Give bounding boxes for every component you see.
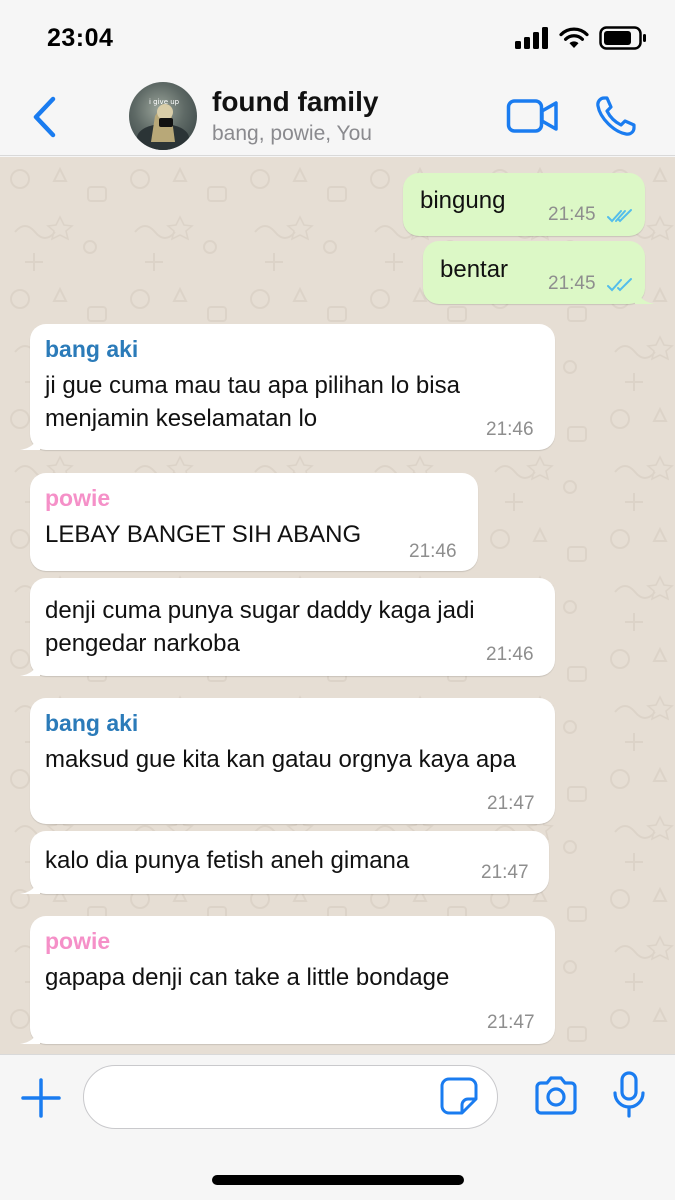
message-sender: powie — [45, 928, 111, 954]
sticker-button[interactable] — [440, 1077, 478, 1115]
message-time: 21:46 — [486, 419, 534, 440]
battery-icon — [599, 26, 646, 50]
message-list[interactable]: bingung 21:45 bentar 21:45 bang aki ji g… — [0, 157, 675, 1054]
read-receipt-icon — [607, 278, 632, 292]
message-time: 21:45 — [548, 273, 596, 294]
message-bubble-incoming[interactable]: denji cuma punya sugar daddy kaga jadi p… — [20, 578, 555, 676]
camera-button[interactable] — [533, 1075, 579, 1117]
bubble-tail — [20, 1024, 40, 1044]
phone-icon — [596, 96, 636, 136]
microphone-button[interactable] — [612, 1071, 646, 1119]
message-sender: powie — [45, 485, 111, 511]
message-text: maksud gue kita kan gatau orgnya kaya ap… — [45, 746, 516, 773]
message-bubble-incoming[interactable]: bang aki maksud gue kita kan gatau orgny… — [30, 698, 555, 824]
composer-bar — [0, 1054, 675, 1200]
message-bubble-incoming[interactable]: powie LEBAY BANGET SIH ABANG 21:46 — [30, 473, 478, 571]
message-time: 21:46 — [409, 541, 457, 562]
video-call-button[interactable] — [506, 96, 560, 136]
message-text: bingung — [420, 187, 506, 214]
message-text: bentar — [440, 256, 509, 283]
avatar-image — [137, 104, 189, 150]
message-bubble-outgoing[interactable]: bentar 21:45 — [423, 241, 655, 304]
bubble-tail — [635, 284, 655, 304]
plus-icon — [21, 1078, 61, 1118]
chat-header: i give up found family bang, powie, You — [0, 78, 675, 156]
attach-button[interactable] — [20, 1077, 62, 1119]
message-bubble-outgoing[interactable]: bingung 21:45 — [403, 173, 645, 236]
status-bar: 23:04 — [0, 0, 675, 78]
chat-title[interactable]: found family — [212, 86, 378, 118]
avatar-caption: i give up — [149, 98, 180, 106]
wifi-icon — [559, 27, 589, 48]
group-avatar[interactable]: i give up — [129, 82, 197, 150]
bubble-tail — [20, 874, 40, 894]
message-time: 21:45 — [548, 204, 596, 225]
chevron-left-icon — [33, 96, 56, 138]
camera-icon — [535, 1076, 577, 1115]
message-sender: bang aki — [45, 710, 139, 736]
read-receipt-icon — [607, 209, 632, 223]
message-text: ji gue cuma mau tau apa pilihan lo bisa … — [45, 372, 460, 432]
microphone-icon — [613, 1071, 645, 1118]
message-time: 21:46 — [486, 644, 534, 665]
message-text: kalo dia punya fetish aneh gimana — [45, 847, 410, 874]
sticker-icon — [440, 1077, 478, 1115]
message-text: gapapa denji can take a little bondage — [45, 964, 450, 991]
message-time: 21:47 — [481, 862, 529, 883]
message-text: denji cuma punya sugar daddy kaga jadi p… — [45, 597, 475, 657]
message-time: 21:47 — [487, 793, 535, 814]
bubble-tail — [20, 656, 40, 676]
chat-participants[interactable]: bang, powie, You — [212, 122, 372, 146]
bubble-tail — [20, 430, 40, 450]
message-input[interactable] — [83, 1065, 498, 1129]
message-time: 21:47 — [487, 1012, 535, 1033]
message-bubble-incoming[interactable]: kalo dia punya fetish aneh gimana 21:47 — [20, 831, 549, 894]
cellular-signal-icon — [515, 27, 548, 49]
voice-call-button[interactable] — [594, 94, 638, 138]
status-time: 23:04 — [47, 24, 114, 52]
status-icons — [515, 26, 647, 50]
message-bubble-incoming[interactable]: powie gapapa denji can take a little bon… — [20, 916, 555, 1044]
video-camera-icon — [506, 99, 558, 133]
message-bubble-incoming[interactable]: bang aki ji gue cuma mau tau apa pilihan… — [20, 324, 555, 450]
back-button[interactable] — [26, 94, 62, 140]
message-text: LEBAY BANGET SIH ABANG — [45, 521, 362, 548]
home-indicator[interactable] — [212, 1175, 464, 1185]
message-sender: bang aki — [45, 336, 139, 362]
